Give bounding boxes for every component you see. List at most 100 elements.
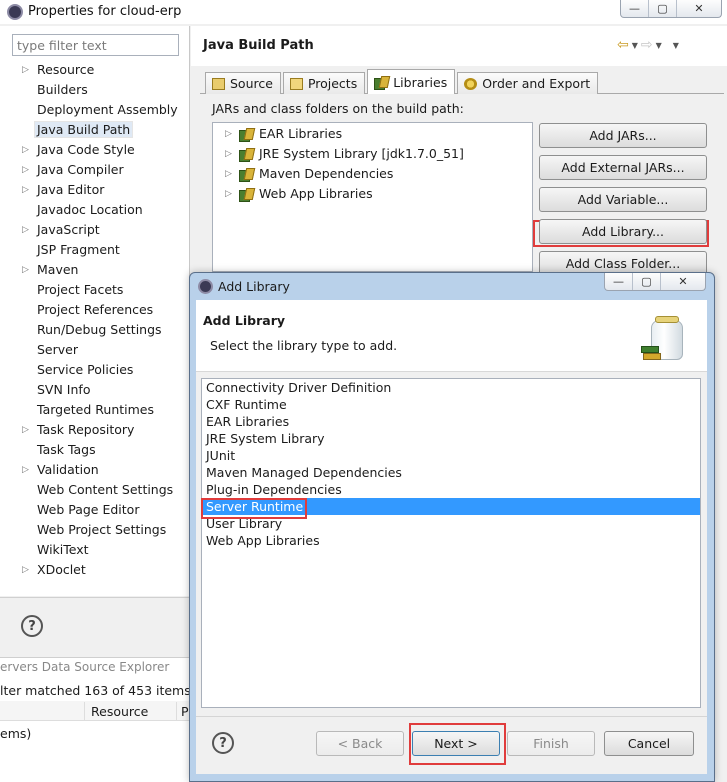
library-icon <box>239 168 253 182</box>
nav-item-label: WikiText <box>37 542 89 557</box>
expand-icon[interactable]: ▷ <box>22 260 29 280</box>
expand-icon[interactable]: ▷ <box>22 220 29 240</box>
tab-source[interactable]: Source <box>205 72 281 94</box>
nav-item[interactable]: ▷ Validation <box>18 460 188 480</box>
nav-item[interactable]: Service Policies <box>18 360 188 380</box>
nav-item[interactable]: Java Build Path <box>18 120 188 140</box>
nav-item[interactable]: Builders <box>18 80 188 100</box>
nav-item[interactable]: Web Page Editor <box>18 500 188 520</box>
maximize-icon[interactable]: ▢ <box>649 0 677 17</box>
dialog-description: Select the library type to add. <box>210 338 398 353</box>
forward-arrow-icon[interactable]: ⇨ <box>641 37 653 53</box>
nav-item[interactable]: Server <box>18 340 188 360</box>
add-jars-button[interactable]: Add JARs... <box>539 123 707 148</box>
list-item[interactable]: JRE System Library <box>202 430 700 447</box>
help-icon[interactable]: ? <box>212 732 234 754</box>
tree-item[interactable]: ▷ JRE System Library [jdk1.7.0_51] <box>225 144 464 164</box>
close-icon[interactable]: ✕ <box>677 0 721 17</box>
nav-item[interactable]: SVN Info <box>18 380 188 400</box>
expand-icon[interactable]: ▷ <box>22 140 29 160</box>
history-navigation: ⇦ ▼ ⇨ ▼ ▼ <box>617 37 679 53</box>
add-external-jars-button[interactable]: Add External JARs... <box>539 155 707 180</box>
list-item[interactable]: Plug-in Dependencies <box>202 481 700 498</box>
nav-item[interactable]: ▷ Java Editor <box>18 180 188 200</box>
server-runtime-highlight <box>201 498 307 519</box>
nav-item[interactable]: ▷ Resource <box>18 60 188 80</box>
expand-icon[interactable]: ▷ <box>22 160 29 180</box>
library-icon <box>374 76 388 90</box>
expand-icon[interactable]: ▷ <box>225 144 233 164</box>
tab-libraries[interactable]: Libraries <box>367 69 456 94</box>
list-item[interactable]: EAR Libraries <box>202 413 700 430</box>
nav-item[interactable]: Project Facets <box>18 280 188 300</box>
nav-item[interactable]: Web Project Settings <box>18 520 188 540</box>
nav-item[interactable]: ▷ JavaScript <box>18 220 188 240</box>
view-menu-icon[interactable]: ▼ <box>673 41 679 50</box>
tree-item[interactable]: ▷ Web App Libraries <box>225 184 373 204</box>
nav-item-label: Deployment Assembly <box>37 102 178 117</box>
add-variable-button[interactable]: Add Variable... <box>539 187 707 212</box>
expand-icon[interactable]: ▷ <box>225 164 233 184</box>
list-item[interactable]: JUnit <box>202 447 700 464</box>
nav-item[interactable]: ▷ Maven <box>18 260 188 280</box>
tab-order-and-export[interactable]: Order and Export <box>457 72 599 94</box>
nav-item[interactable]: ▷ Java Compiler <box>18 160 188 180</box>
expand-icon[interactable]: ▷ <box>22 60 29 80</box>
minimize-icon[interactable]: — <box>605 273 633 290</box>
expand-icon[interactable]: ▷ <box>225 124 233 144</box>
build-path-tabs: Source Projects Libraries Order and Expo… <box>205 69 600 94</box>
nav-item-label: Resource <box>37 62 95 77</box>
library-type-list[interactable]: Connectivity Driver Definition CXF Runti… <box>201 378 701 708</box>
expand-icon[interactable]: ▷ <box>22 560 29 580</box>
finish-button[interactable]: Finish <box>507 731 595 756</box>
nav-item[interactable]: Project References <box>18 300 188 320</box>
nav-item[interactable]: Run/Debug Settings <box>18 320 188 340</box>
nav-item-label: Java Build Path <box>34 121 134 138</box>
nav-item[interactable]: WikiText <box>18 540 188 560</box>
tab-projects[interactable]: Projects <box>282 72 366 94</box>
nav-item[interactable]: Targeted Runtimes <box>18 400 188 420</box>
column-header-resource[interactable]: Resource <box>84 702 176 721</box>
tab-label: Source <box>230 76 273 91</box>
nav-item[interactable]: ▷ XDoclet <box>18 560 188 580</box>
list-item[interactable]: Web App Libraries <box>202 532 700 549</box>
back-arrow-icon[interactable]: ⇦ <box>617 37 629 53</box>
nav-item-label: Task Repository <box>37 422 135 437</box>
next-button[interactable]: Next > <box>412 731 500 756</box>
expand-icon[interactable]: ▷ <box>22 420 29 440</box>
expand-icon[interactable]: ▷ <box>225 184 233 204</box>
nav-item[interactable]: Web Content Settings <box>18 480 188 500</box>
nav-item[interactable]: Javadoc Location <box>18 200 188 220</box>
nav-item-label: Project Facets <box>37 282 124 297</box>
minimize-icon[interactable]: — <box>621 0 649 17</box>
close-icon[interactable]: ✕ <box>661 273 705 290</box>
tab-label: Order and Export <box>482 76 591 91</box>
tree-item[interactable]: ▷ EAR Libraries <box>225 124 342 144</box>
maximize-icon[interactable]: ▢ <box>633 273 661 290</box>
forward-menu-icon[interactable]: ▼ <box>656 41 662 50</box>
expand-icon[interactable]: ▷ <box>22 180 29 200</box>
nav-item[interactable]: Task Tags <box>18 440 188 460</box>
list-item[interactable]: Maven Managed Dependencies <box>202 464 700 481</box>
add-library-button[interactable]: Add Library... <box>539 219 707 244</box>
back-button[interactable]: < Back <box>316 731 404 756</box>
filter-input[interactable] <box>12 34 179 56</box>
nav-item-label: XDoclet <box>37 562 86 577</box>
nav-item-label: JavaScript <box>37 222 100 237</box>
column-header-p[interactable]: P <box>176 702 189 721</box>
back-menu-icon[interactable]: ▼ <box>632 41 638 50</box>
tree-item[interactable]: ▷ Maven Dependencies <box>225 164 393 184</box>
cancel-button[interactable]: Cancel <box>604 731 694 756</box>
nav-item[interactable]: Deployment Assembly <box>18 100 188 120</box>
list-item[interactable]: CXF Runtime <box>202 396 700 413</box>
help-icon[interactable]: ? <box>21 615 43 637</box>
tree-item-label: JRE System Library [jdk1.7.0_51] <box>259 146 464 161</box>
nav-item[interactable]: ▷ Java Code Style <box>18 140 188 160</box>
expand-icon[interactable]: ▷ <box>22 460 29 480</box>
nav-item[interactable]: JSP Fragment <box>18 240 188 260</box>
background-table-row: ems) <box>0 726 32 741</box>
nav-item[interactable]: ▷ Task Repository <box>18 420 188 440</box>
dialog-separator <box>196 716 707 717</box>
build-path-tree[interactable]: ▷ EAR Libraries ▷ JRE System Library [jd… <box>212 122 533 272</box>
list-item[interactable]: Connectivity Driver Definition <box>202 379 700 396</box>
